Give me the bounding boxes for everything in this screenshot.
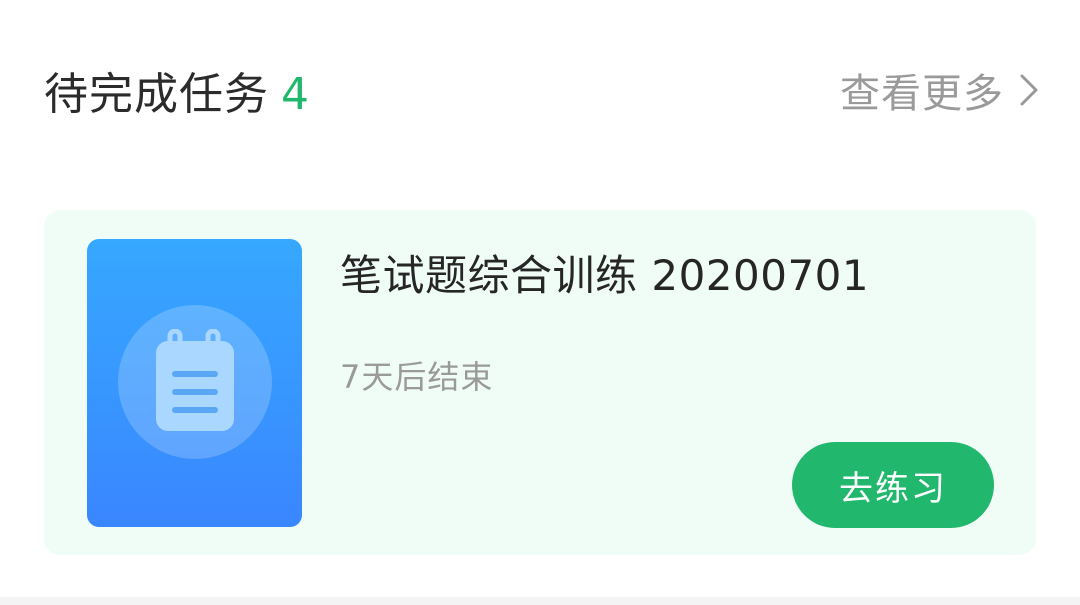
pending-count-badge: 4 <box>281 69 309 120</box>
clipboard-icon <box>156 329 234 431</box>
go-practice-button[interactable]: 去练习 <box>792 442 994 528</box>
view-more-label: 查看更多 <box>840 71 1004 117</box>
section-title: 待完成任务 4 <box>44 58 309 122</box>
task-card[interactable]: 笔试题综合训练 20200701 7天后结束 去练习 <box>44 210 1036 555</box>
task-cover <box>87 239 302 527</box>
section-title-text: 待完成任务 <box>44 69 269 120</box>
chevron-right-icon <box>1020 74 1038 106</box>
bottom-divider <box>0 597 1080 605</box>
task-title: 笔试题综合训练 20200701 <box>340 251 870 300</box>
pending-tasks-page: 待完成任务 4 查看更多 笔试题综合训练 20200701 7天后结束 去练习 <box>0 0 1080 605</box>
section-header: 待完成任务 4 查看更多 <box>44 50 1040 130</box>
view-more-link[interactable]: 查看更多 <box>840 61 1040 119</box>
task-deadline: 7天后结束 <box>340 358 494 396</box>
